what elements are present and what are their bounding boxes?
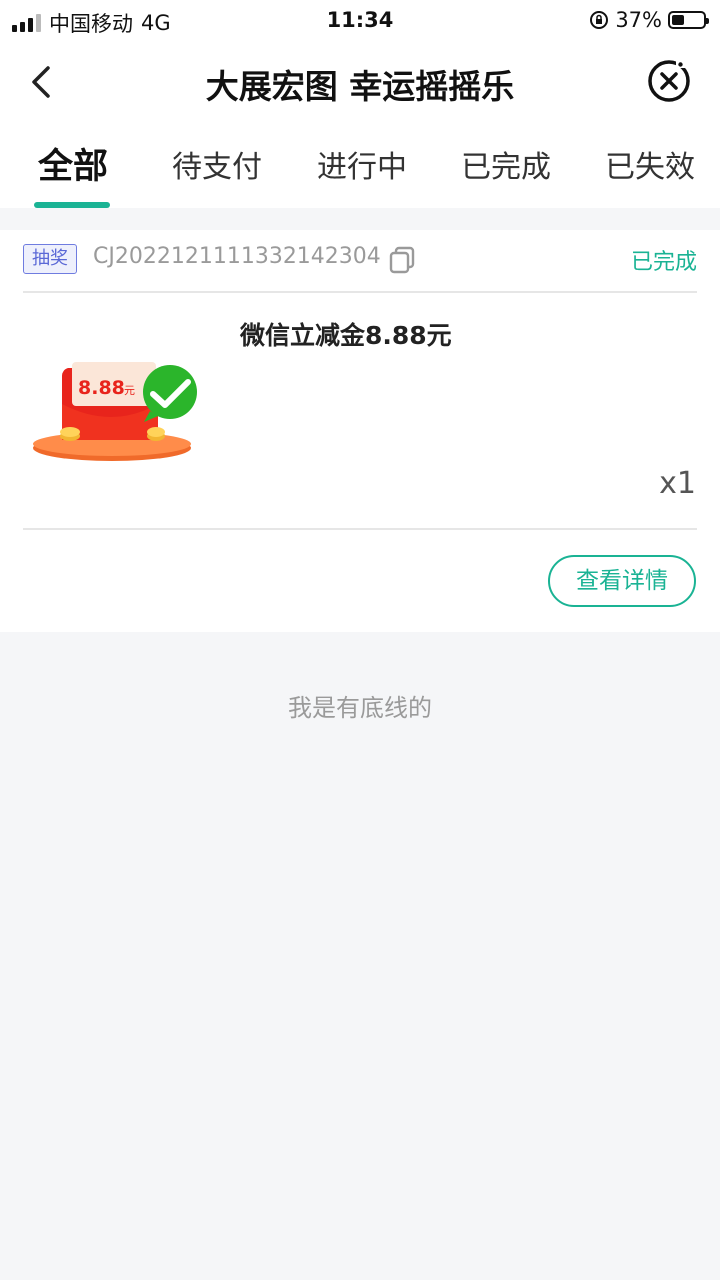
order-number: CJ2022121111332142304 <box>93 244 381 269</box>
battery-percent: 37% <box>615 8 662 32</box>
quantity: x1 <box>659 466 696 501</box>
order-type-badge: 抽奖 <box>23 244 77 274</box>
product-title: 微信立减金8.88元 <box>240 321 452 350</box>
tab-all[interactable]: 全部 <box>38 138 108 189</box>
battery-icon <box>668 11 709 29</box>
tab-expired[interactable]: 已失效 <box>605 142 695 186</box>
image-amount: 8.88 <box>78 377 125 399</box>
orientation-lock-icon <box>590 11 609 29</box>
nav-bar: 大展宏图 幸运摇摇乐 <box>0 40 720 124</box>
view-details-button[interactable]: 查看详情 <box>548 555 696 607</box>
active-tab-indicator <box>34 202 110 208</box>
tab-pending-payment[interactable]: 待支付 <box>172 142 262 186</box>
page-title: 大展宏图 幸运摇摇乐 <box>205 67 515 106</box>
end-of-list-text: 我是有底线的 <box>288 694 432 722</box>
order-card-header: 抽奖 CJ2022121111332142304 已完成 <box>23 230 697 293</box>
status-bar: 中国移动 4G 11:34 37% <box>0 0 720 40</box>
order-card: 抽奖 CJ2022121111332142304 已完成 微信立减金8.88元 … <box>0 230 720 632</box>
tab-in-progress[interactable]: 进行中 <box>317 142 407 186</box>
image-unit: 元 <box>124 384 135 397</box>
order-status: 已完成 <box>630 250 697 275</box>
close-icon[interactable] <box>646 58 692 104</box>
tab-completed[interactable]: 已完成 <box>461 142 551 186</box>
product-image: 8.88 元 <box>33 362 197 461</box>
copy-icon[interactable] <box>389 246 415 274</box>
status-right: 37% <box>589 8 709 32</box>
status-tabs: 全部 待支付 进行中 已完成 已失效 <box>0 124 720 208</box>
divider <box>23 528 697 530</box>
